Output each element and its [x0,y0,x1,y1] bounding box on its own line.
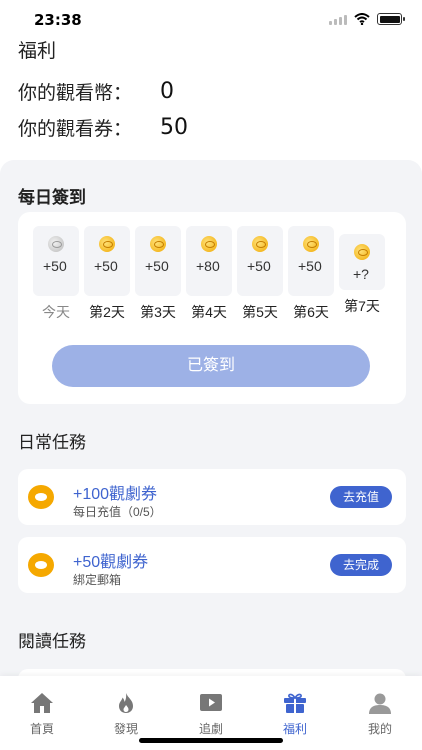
coin-icon [252,236,268,252]
status-time: 23:38 [34,11,82,29]
checkin-day-amount: +50 [298,258,322,274]
tab-label: 追劇 [198,722,223,736]
status-bar: 23:38 [0,0,422,36]
checkin-day-label: 第6天 [293,304,329,320]
task-desc: 每日充值（0/5） [73,505,162,519]
tab-label: 我的 [367,722,392,736]
coin-icon [354,244,370,260]
go-complete-button[interactable]: 去完成 [329,554,392,576]
coin-icon [28,485,54,509]
coin-icon [48,236,64,252]
task-reward: +100觀劇券 [73,486,158,503]
checkin-day-amount: +50 [94,258,118,274]
balance-coins-row: 你的觀看幣： 0 [18,78,174,105]
task-reward: +50觀劇券 [73,554,149,571]
checkin-day-2: +50 第2天 [84,226,130,322]
signed-in-button[interactable]: 已簽到 [52,345,370,387]
tab-welfare[interactable]: 福利 [265,692,325,737]
gift-icon [284,693,306,713]
coin-icon [28,553,54,577]
tab-following[interactable]: 追劇 [181,692,241,737]
task-card-bind-email: +50觀劇券 綁定郵箱 去完成 [18,537,406,593]
play-icon [200,694,222,711]
balance-tickets-row: 你的觀看券： 50 [18,114,188,141]
checkin-day-amount: +? [353,266,369,282]
task-card-recharge: +100觀劇券 每日充值（0/5） 去充值 [18,469,406,525]
signal-icon [329,14,347,25]
battery-icon [377,13,405,25]
coin-icon [201,236,217,252]
balance-tickets-label: 你的觀看券： [18,119,133,140]
checkin-day-label: 第7天 [344,298,380,314]
tab-label: 發現 [113,722,138,736]
checkin-day-label: 第3天 [140,304,176,320]
fire-icon [119,693,133,713]
checkin-day-4: +80 第4天 [186,226,232,322]
checkin-day-1: +50 今天 [33,226,79,322]
home-icon [31,693,53,713]
page-title: 福利 [18,41,57,62]
checkin-day-amount: +50 [145,258,169,274]
reading-tasks-title: 閱讀任務 [18,632,86,651]
daily-tasks-title: 日常任務 [18,433,86,452]
checkin-title: 每日簽到 [18,188,86,207]
checkin-day-7: +? 第7天 [339,234,385,316]
checkin-day-amount: +50 [43,258,67,274]
wifi-icon [354,13,370,25]
task-desc: 綁定郵箱 [73,573,122,587]
tab-home[interactable]: 首頁 [12,692,72,737]
status-icons [329,13,405,25]
checkin-day-amount: +50 [247,258,271,274]
checkin-day-label: 今天 [42,304,70,320]
checkin-day-label: 第4天 [191,304,227,320]
tab-label: 福利 [282,722,307,736]
checkin-day-3: +50 第3天 [135,226,181,322]
checkin-day-label: 第5天 [242,304,278,320]
balance-tickets-value: 50 [160,115,188,140]
checkin-day-label: 第2天 [89,304,125,320]
tab-profile[interactable]: 我的 [350,692,410,737]
home-indicator [139,738,283,743]
checkin-day-amount: +80 [196,258,220,274]
coin-icon [150,236,166,252]
tab-discover[interactable]: 發現 [96,692,156,737]
tab-label: 首頁 [29,722,54,736]
balance-coins-label: 你的觀看幣： [18,83,133,104]
coin-icon [99,236,115,252]
checkin-day-6: +50 第6天 [288,226,334,322]
go-recharge-button[interactable]: 去充值 [329,486,392,508]
checkin-day-5: +50 第5天 [237,226,283,322]
balance-coins-value: 0 [160,79,174,104]
coin-icon [303,236,319,252]
profile-icon [369,693,391,714]
